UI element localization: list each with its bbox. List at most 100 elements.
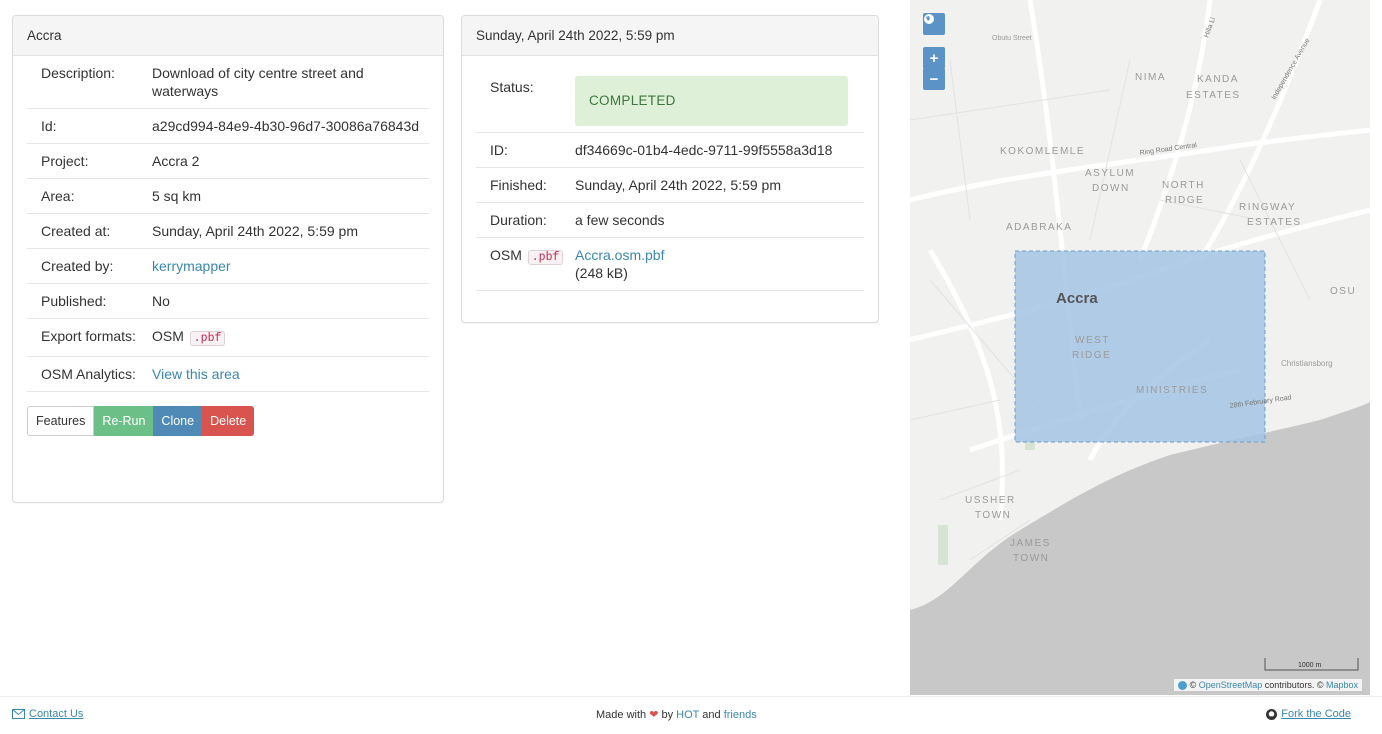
value-export-format: OSM: [152, 328, 184, 344]
value-duration: a few seconds: [575, 212, 665, 228]
row-file: OSM .pbf Accra.osm.pbf (248 kB): [476, 238, 864, 291]
status-completed-badge: COMPLETED: [575, 76, 848, 126]
label-area: Area:: [41, 188, 75, 204]
selected-area-polygon[interactable]: [1014, 250, 1266, 443]
globe-icon[interactable]: [923, 13, 945, 35]
row-duration: Duration: a few seconds: [476, 203, 864, 238]
delete-button[interactable]: Delete: [202, 406, 255, 436]
run-panel-title: Sunday, April 24th 2022, 5:59 pm: [462, 16, 878, 56]
format-code-badge: .pbf: [189, 331, 226, 346]
map-label-ridge1: RIDGE: [1165, 195, 1204, 206]
label-file-format: OSM: [490, 247, 522, 263]
clone-button[interactable]: Clone: [153, 406, 203, 436]
action-button-group: Features Re-Run Clone Delete: [27, 406, 443, 436]
download-file-link[interactable]: Accra.osm.pbf: [575, 247, 664, 263]
row-osm-analytics: OSM Analytics: View this area: [27, 357, 429, 392]
label-duration: Duration:: [490, 212, 547, 228]
created-by-link[interactable]: kerrymapper: [152, 258, 231, 274]
friends-link[interactable]: friends: [724, 709, 757, 721]
label-export-formats: Export formats:: [41, 328, 136, 344]
value-description: Download of city centre street and water…: [152, 65, 364, 99]
label-id: Id:: [41, 118, 57, 134]
row-description: Description: Download of city centre str…: [27, 56, 429, 109]
map-label-down: DOWN: [1092, 183, 1130, 194]
row-run-id: ID: df34669c-01b4-4edc-9711-99f5558a3d18: [476, 133, 864, 168]
contact-us-link[interactable]: Contact Us: [12, 708, 83, 720]
zoom-in-button[interactable]: +: [923, 47, 945, 69]
map-label-ridge2: RIDGE: [1072, 350, 1111, 361]
label-published: Published:: [41, 293, 107, 309]
export-details-panel: Accra Description: Download of city cent…: [12, 15, 444, 503]
row-status: Status: COMPLETED: [476, 56, 864, 133]
map-label-nima: NIMA: [1135, 72, 1166, 83]
made-with-text: Made with: [596, 709, 647, 721]
row-created-at: Created at: Sunday, April 24th 2022, 5:5…: [27, 214, 429, 249]
map-tiles: Obutu Street NIMA KANDA ESTATES KOKOMLEM…: [910, 0, 1370, 695]
row-id: Id: a29cd994-84e9-4b30-96d7-30086a76843d: [27, 109, 429, 144]
file-code-badge: .pbf: [527, 250, 564, 265]
label-description: Description:: [41, 65, 115, 81]
hot-link[interactable]: HOT: [676, 709, 699, 721]
rerun-button[interactable]: Re-Run: [94, 406, 154, 436]
mapbox-link[interactable]: Mapbox: [1326, 680, 1358, 690]
row-published: Published: No: [27, 284, 429, 319]
and-text: and: [702, 709, 721, 721]
map-attribution: © OpenStreetMap contributors. © Mapbox: [1174, 678, 1362, 691]
map-label-adabraka: ADABRAKA: [1006, 222, 1072, 233]
map-label-kanda: KANDA: [1197, 74, 1239, 85]
value-finished: Sunday, April 24th 2022, 5:59 pm: [575, 177, 781, 193]
footer: Contact Us Made with ❤ by HOT and friend…: [0, 696, 1382, 734]
openstreetmap-link[interactable]: OpenStreetMap: [1199, 680, 1263, 690]
map-label-town1: TOWN: [975, 510, 1011, 521]
map-label-ussher: USSHER: [965, 495, 1016, 506]
map-label-james: JAMES: [1010, 538, 1051, 549]
map-label-obuto: Obutu Street: [992, 35, 1032, 42]
label-finished: Finished:: [490, 177, 547, 193]
map-label-west: WEST: [1075, 335, 1110, 346]
map-label-estates1: ESTATES: [1186, 90, 1241, 101]
map-label-christiansborg: Christiansborg: [1281, 359, 1333, 368]
export-run-panel: Sunday, April 24th 2022, 5:59 pm Status:…: [461, 15, 879, 323]
features-button[interactable]: Features: [27, 406, 95, 436]
row-area: Area: 5 sq km: [27, 179, 429, 214]
label-created-at: Created at:: [41, 223, 111, 239]
mapbox-logo-icon: [1178, 681, 1188, 690]
scale-bar-label: 1000 m: [1298, 662, 1322, 669]
map-label-kokomlemle: KOKOMLEMLE: [1000, 146, 1085, 157]
value-run-id: df34669c-01b4-4edc-9711-99f5558a3d18: [575, 142, 833, 158]
fork-the-code-label: Fork the Code: [1281, 708, 1351, 720]
map-label-accra: Accra: [1056, 290, 1098, 307]
details-panel-title: Accra: [13, 16, 443, 56]
zoom-out-button[interactable]: −: [923, 68, 945, 90]
contact-us-label: Contact Us: [29, 708, 84, 720]
fork-the-code-link[interactable]: Fork the Code: [1266, 708, 1351, 720]
value-project: Accra 2: [152, 153, 200, 169]
attribution-mid: contributors. ©: [1264, 679, 1324, 690]
map-label-estates2: ESTATES: [1247, 217, 1302, 228]
label-run-id: ID:: [490, 142, 508, 158]
value-area: 5 sq km: [152, 188, 202, 204]
run-table: Status: COMPLETED ID: df34669c-01b4-4edc…: [462, 56, 878, 291]
value-id: a29cd994-84e9-4b30-96d7-30086a76843d: [152, 118, 420, 134]
row-project: Project: Accra 2: [27, 144, 429, 179]
attribution-prefix: ©: [1189, 679, 1197, 690]
envelope-icon: [12, 709, 25, 719]
details-table: Description: Download of city centre str…: [13, 56, 443, 392]
file-size: (248 kB): [575, 265, 628, 281]
map-label-ministries: MINISTRIES: [1136, 385, 1208, 396]
row-created-by: Created by: kerrymapper: [27, 249, 429, 284]
heart-icon: ❤: [649, 709, 659, 721]
map-label-ringway: RINGWAY: [1239, 202, 1296, 213]
view-area-link[interactable]: View this area: [152, 366, 240, 382]
label-created-by: Created by:: [41, 258, 114, 274]
map-label-asylum: ASYLUM: [1085, 168, 1135, 179]
row-finished: Finished: Sunday, April 24th 2022, 5:59 …: [476, 168, 864, 203]
label-osm-analytics: OSM Analytics:: [41, 366, 136, 382]
label-status: Status:: [490, 79, 534, 95]
map-label-osu: OSU: [1330, 286, 1356, 297]
github-icon: [1266, 708, 1278, 720]
footer-credits: Made with ❤ by HOT and friends: [596, 708, 757, 721]
map-label-north: NORTH: [1162, 180, 1205, 191]
map-view[interactable]: Obutu Street NIMA KANDA ESTATES KOKOMLEM…: [910, 0, 1370, 695]
map-label-town2: TOWN: [1013, 553, 1049, 564]
